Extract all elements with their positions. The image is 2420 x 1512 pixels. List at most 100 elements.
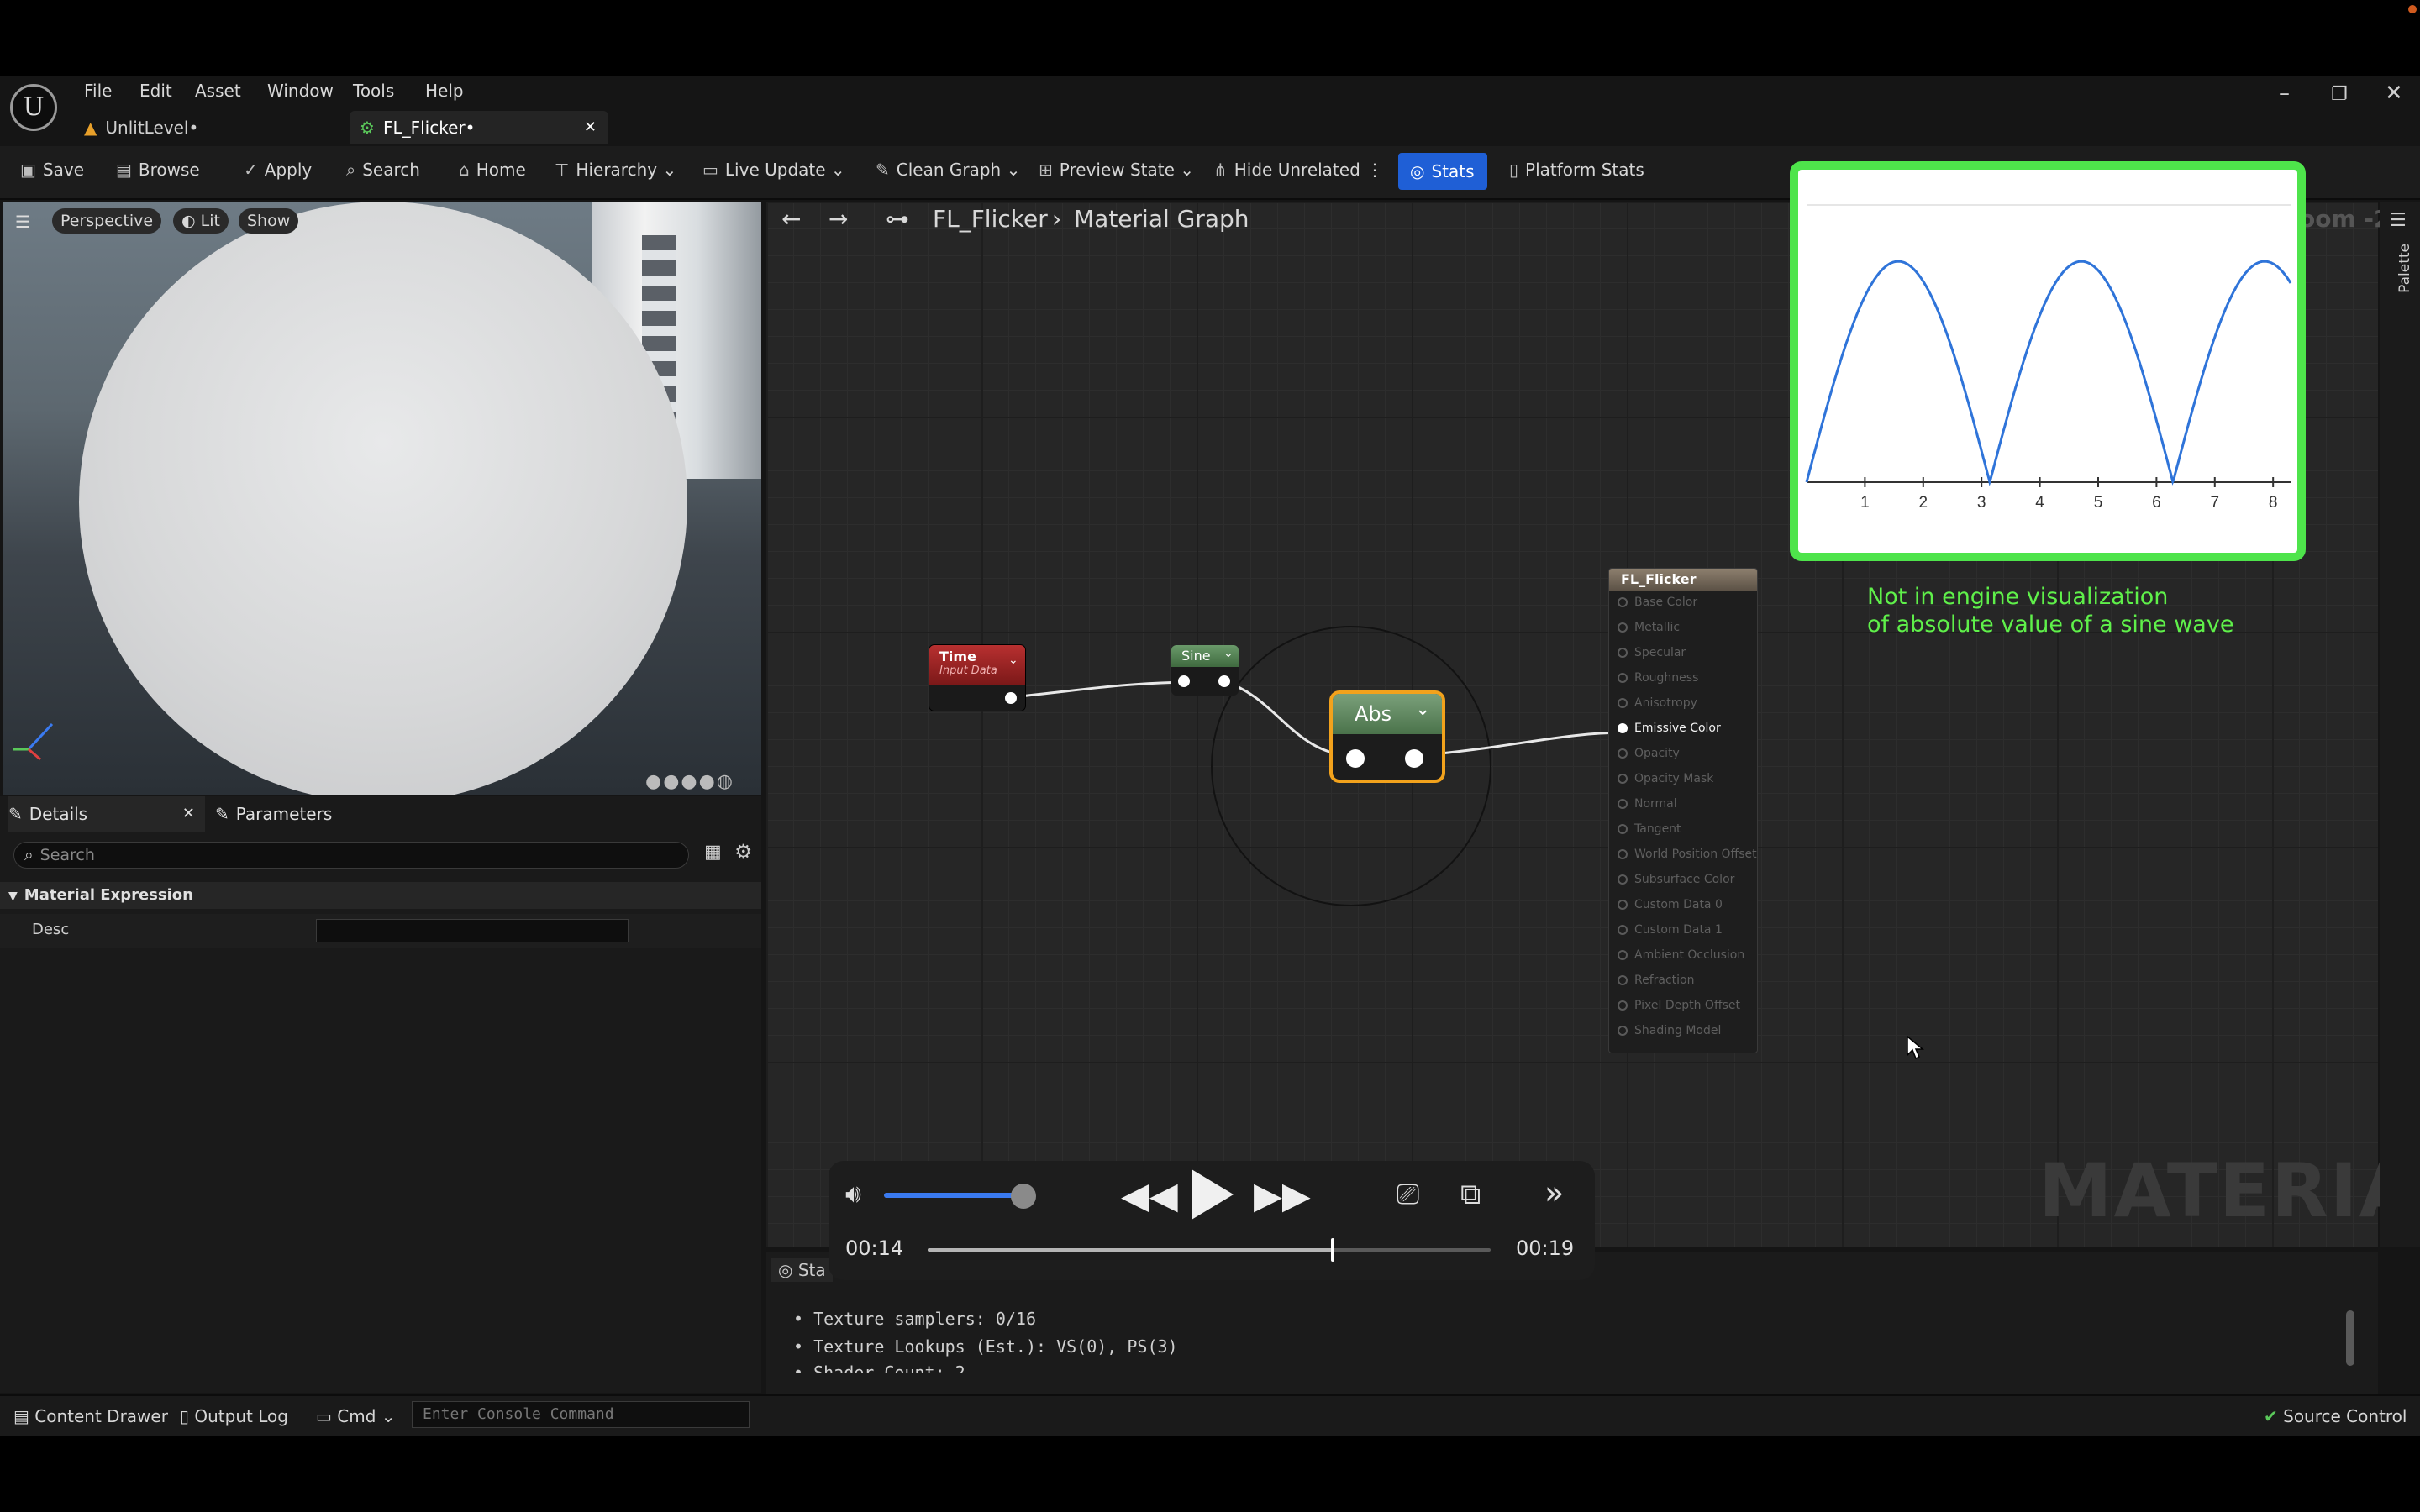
details-search-input[interactable]: ⌕ Search bbox=[13, 842, 689, 869]
table-view-icon[interactable]: ▦ bbox=[704, 842, 722, 863]
result-pin-row[interactable]: Tangent bbox=[1618, 822, 1681, 836]
result-pin-row[interactable]: Ambient Occlusion bbox=[1618, 948, 1744, 962]
time-node[interactable]: Time Input Data ⌄ bbox=[929, 645, 1025, 711]
pin-icon[interactable] bbox=[1618, 849, 1628, 859]
pin-icon[interactable] bbox=[1618, 774, 1628, 784]
breadcrumb-asset[interactable]: FL_Flicker bbox=[933, 205, 1048, 233]
tab-unlitlevel[interactable]: ▲ UnlitLevel• bbox=[84, 111, 336, 144]
output-pin[interactable] bbox=[1218, 675, 1230, 687]
show-button[interactable]: Show bbox=[239, 208, 299, 234]
result-pin-row[interactable]: Custom Data 0 bbox=[1618, 898, 1723, 911]
restore-icon[interactable]: ❐ bbox=[2331, 84, 2348, 105]
pin-icon[interactable] bbox=[1618, 748, 1628, 759]
stats-scrollbar[interactable] bbox=[2346, 1310, 2354, 1366]
result-pin-row[interactable]: Subsurface Color bbox=[1618, 873, 1734, 886]
airplay-icon[interactable]: ⎚ bbox=[1397, 1178, 1419, 1211]
output-log-button[interactable]: ▯ Output Log bbox=[180, 1406, 288, 1426]
menu-help[interactable]: Help bbox=[425, 81, 464, 101]
result-pin-row[interactable]: Metallic bbox=[1618, 621, 1680, 634]
forward-arrow-icon[interactable]: → bbox=[829, 205, 848, 233]
menu-file[interactable]: File bbox=[84, 81, 112, 101]
result-pin-row[interactable]: World Position Offset bbox=[1618, 848, 1757, 861]
result-pin-row[interactable]: Opacity Mask bbox=[1618, 772, 1713, 785]
fast-forward-icon[interactable]: ▶▶ bbox=[1254, 1174, 1311, 1217]
input-pin[interactable] bbox=[1178, 675, 1190, 687]
pin-icon[interactable] bbox=[1618, 723, 1628, 733]
search-button[interactable]: ⌕ Search bbox=[346, 160, 420, 180]
pin-icon[interactable] bbox=[1618, 673, 1628, 683]
picture-in-picture-icon[interactable]: ⧉ bbox=[1460, 1178, 1481, 1211]
menu-edit[interactable]: Edit bbox=[139, 81, 172, 101]
pin-icon[interactable] bbox=[1618, 698, 1628, 708]
preview-state-button[interactable]: ⊞ Preview State ⌄ bbox=[1039, 160, 1194, 180]
result-pin-row[interactable]: Normal bbox=[1618, 797, 1677, 811]
pin-icon[interactable] bbox=[1618, 925, 1628, 935]
close-window-icon[interactable]: ✕ bbox=[2385, 81, 2403, 106]
browse-button[interactable]: ▤ Browse bbox=[116, 160, 200, 180]
result-pin-row[interactable]: Opacity bbox=[1618, 747, 1680, 760]
pin-icon[interactable] bbox=[1618, 648, 1628, 658]
platform-stats-button[interactable]: ▯ Platform Stats bbox=[1509, 160, 1644, 180]
save-button[interactable]: ▣ Save bbox=[20, 160, 84, 180]
content-drawer-button[interactable]: ▤ Content Drawer bbox=[13, 1406, 168, 1426]
result-pin-row[interactable]: Specular bbox=[1618, 646, 1686, 659]
palette-menu-icon[interactable]: ☰ bbox=[2390, 210, 2407, 231]
chevron-down-icon[interactable]: ⌄ bbox=[1223, 647, 1234, 660]
input-pin[interactable] bbox=[1346, 749, 1365, 768]
apply-button[interactable]: ✓ Apply bbox=[244, 160, 312, 180]
sine-node[interactable]: Sine ⌄ bbox=[1171, 645, 1239, 696]
pin-icon[interactable] bbox=[1618, 900, 1628, 910]
hierarchy-button[interactable]: ⊤ Hierarchy ⌄ bbox=[555, 160, 676, 180]
result-pin-row[interactable]: Shading Model bbox=[1618, 1024, 1721, 1037]
more-options-icon[interactable]: ⋮ bbox=[1366, 160, 1383, 180]
stats-tab[interactable]: ◎ Sta bbox=[771, 1258, 833, 1282]
result-pin-row[interactable]: Refraction bbox=[1618, 974, 1695, 987]
unreal-logo-icon[interactable]: U bbox=[10, 84, 57, 131]
rewind-icon[interactable]: ◀◀ bbox=[1121, 1174, 1178, 1217]
hide-unrelated-button[interactable]: ⋔ Hide Unrelated bbox=[1213, 160, 1360, 180]
pin-icon[interactable] bbox=[1618, 622, 1628, 633]
pin-icon[interactable] bbox=[1618, 799, 1628, 809]
clean-graph-button[interactable]: ✎ Clean Graph ⌄ bbox=[876, 160, 1020, 180]
minimize-icon[interactable]: – bbox=[2279, 81, 2290, 106]
preview-shape-icons[interactable]: ●●●●◍ bbox=[645, 771, 734, 792]
output-pin[interactable] bbox=[1405, 749, 1423, 768]
breadcrumb-graph[interactable]: Material Graph bbox=[1074, 205, 1249, 233]
volume-knob[interactable] bbox=[1010, 1184, 1036, 1209]
result-pin-row[interactable]: Custom Data 1 bbox=[1618, 923, 1723, 937]
close-details-icon[interactable]: ✕ bbox=[182, 796, 195, 832]
pin-icon[interactable] bbox=[1618, 874, 1628, 885]
viewport-menu-icon[interactable]: ☰ bbox=[15, 212, 30, 232]
menu-tools[interactable]: Tools bbox=[353, 81, 394, 101]
lit-button[interactable]: ◐ Lit bbox=[173, 208, 229, 234]
palette-tab[interactable]: Palette bbox=[2396, 244, 2413, 293]
pin-icon[interactable] bbox=[1618, 975, 1628, 985]
chevron-down-icon[interactable]: ⌄ bbox=[1415, 699, 1430, 720]
more-controls-icon[interactable]: » bbox=[1544, 1174, 1564, 1211]
tab-parameters[interactable]: ✎ Parameters bbox=[215, 796, 332, 832]
pin-icon[interactable] bbox=[1618, 824, 1628, 834]
result-pin-row[interactable]: Pixel Depth Offset bbox=[1618, 999, 1740, 1012]
result-pin-row[interactable]: Anisotropy bbox=[1618, 696, 1697, 710]
tab-fl-flicker[interactable]: ⚙ FL_Flicker• ✕ bbox=[350, 111, 608, 144]
volume-icon[interactable]: 🔊︎ bbox=[845, 1179, 861, 1209]
play-icon[interactable] bbox=[1188, 1168, 1235, 1221]
pin-icon[interactable] bbox=[1618, 1000, 1628, 1011]
settings-gear-icon[interactable]: ⚙ bbox=[734, 840, 753, 864]
pin-icon[interactable] bbox=[1618, 597, 1628, 607]
abs-node[interactable]: Abs ⌄ bbox=[1329, 690, 1445, 783]
result-pin-row[interactable]: Base Color bbox=[1618, 596, 1697, 609]
back-arrow-icon[interactable]: ← bbox=[781, 205, 801, 233]
pin-icon[interactable] bbox=[1618, 950, 1628, 960]
perspective-button[interactable]: Perspective bbox=[52, 208, 162, 234]
menu-asset[interactable]: Asset bbox=[195, 81, 241, 101]
menu-window[interactable]: Window bbox=[267, 81, 334, 101]
result-pin-row[interactable]: Emissive Color bbox=[1618, 722, 1721, 735]
preview-viewport[interactable] bbox=[3, 202, 761, 795]
result-pin-row[interactable]: Roughness bbox=[1618, 671, 1698, 685]
chevron-down-icon[interactable]: ⌄ bbox=[1008, 654, 1018, 667]
source-control-button[interactable]: ✔ Source Control bbox=[2264, 1406, 2407, 1426]
stats-button[interactable]: ◎ Stats bbox=[1398, 153, 1487, 190]
live-update-button[interactable]: ▭ Live Update ⌄ bbox=[702, 160, 845, 180]
close-tab-icon[interactable]: ✕ bbox=[584, 111, 597, 144]
